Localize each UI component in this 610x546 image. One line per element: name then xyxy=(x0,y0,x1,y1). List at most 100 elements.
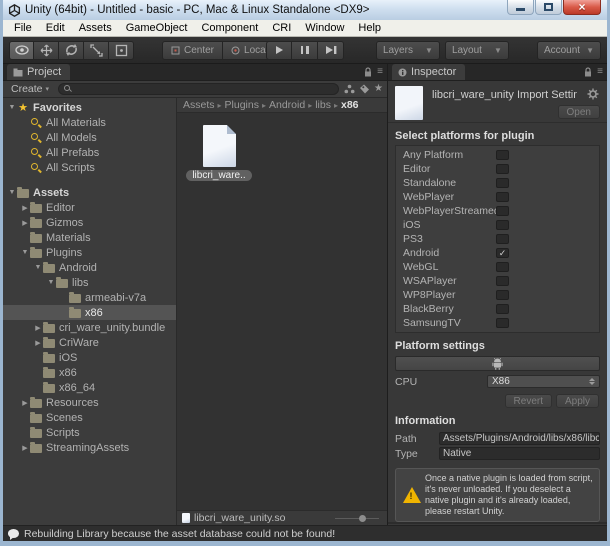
tree-item-streamingassets[interactable]: ▶StreamingAssets xyxy=(3,440,176,455)
tree-item-editor[interactable]: ▶Editor xyxy=(3,200,176,215)
tree-item-materials[interactable]: Materials xyxy=(3,230,176,245)
expander-icon[interactable]: ▼ xyxy=(7,189,17,196)
tree-item-libs[interactable]: ▼libs xyxy=(3,275,176,290)
platform-checkbox-android[interactable]: ✓ xyxy=(496,248,509,258)
tree-item-assets[interactable]: ▼Assets xyxy=(3,185,176,200)
platform-checkbox-samsungtv[interactable] xyxy=(496,318,509,328)
breadcrumb-item-plugins[interactable]: Plugins xyxy=(225,99,266,111)
tree-item-x86[interactable]: x86 xyxy=(3,305,176,320)
breadcrumb-item-libs[interactable]: libs xyxy=(315,99,338,111)
title-bar[interactable]: Unity (64bit) - Untitled - basic - PC, M… xyxy=(3,0,607,20)
tree-item-all-prefabs[interactable]: All Prefabs xyxy=(3,145,176,160)
zoom-slider[interactable] xyxy=(335,514,379,523)
tree-item-favorites[interactable]: ▼★Favorites xyxy=(3,100,176,115)
lock-icon[interactable] xyxy=(364,67,372,77)
platform-checkbox-wp8player[interactable] xyxy=(496,290,509,300)
tree-item-all-models[interactable]: All Models xyxy=(3,130,176,145)
tree-item-gizmos[interactable]: ▶Gizmos xyxy=(3,215,176,230)
menu-item-assets[interactable]: Assets xyxy=(72,20,119,36)
expander-icon[interactable]: ▶ xyxy=(20,399,30,407)
zoom-slider-knob[interactable] xyxy=(359,515,366,522)
platform-checkbox-wsaplayer[interactable] xyxy=(496,276,509,286)
inspector-tab[interactable]: Inspector xyxy=(392,64,465,80)
platform-checkbox-ios[interactable] xyxy=(496,220,509,230)
rect-tool-button[interactable] xyxy=(109,41,134,60)
pane-menu-icon[interactable]: ≡ xyxy=(377,67,383,77)
layers-dropdown[interactable]: Layers▼ xyxy=(376,41,440,60)
tree-item-ios[interactable]: iOS xyxy=(3,350,176,365)
step-button[interactable] xyxy=(318,41,344,60)
gear-icon[interactable] xyxy=(587,88,599,100)
expander-icon[interactable]: ▼ xyxy=(7,104,17,111)
apply-button[interactable]: Apply xyxy=(556,394,599,408)
platform-checkbox-standalone[interactable] xyxy=(496,178,509,188)
file-item[interactable]: libcri_ware.. xyxy=(191,125,247,181)
menu-item-file[interactable]: File xyxy=(7,20,39,36)
platform-checkbox-webgl[interactable] xyxy=(496,262,509,272)
search-by-type-icon[interactable] xyxy=(344,84,355,94)
project-tab[interactable]: Project xyxy=(7,64,70,80)
search-box[interactable] xyxy=(58,83,339,95)
menu-item-component[interactable]: Component xyxy=(194,20,265,36)
tree-item-plugins[interactable]: ▼Plugins xyxy=(3,245,176,260)
path-field[interactable]: Assets/Plugins/Android/libs/x86/libcri_ xyxy=(439,432,600,445)
tree-item-x86[interactable]: x86 xyxy=(3,365,176,380)
minimize-button[interactable] xyxy=(507,0,534,15)
expander-icon[interactable]: ▼ xyxy=(46,279,56,286)
breadcrumb-item-android[interactable]: Android xyxy=(269,99,312,111)
status-bar[interactable]: Rebuilding Library because the asset dat… xyxy=(3,525,607,541)
expander-icon[interactable]: ▶ xyxy=(20,444,30,452)
expander-icon[interactable]: ▶ xyxy=(33,339,43,347)
move-tool-button[interactable] xyxy=(34,41,59,60)
tree-item-resources[interactable]: ▶Resources xyxy=(3,395,176,410)
expander-icon[interactable]: ▶ xyxy=(20,204,30,212)
platform-checkbox-webplayerstreamed[interactable] xyxy=(496,206,509,216)
expander-icon[interactable]: ▶ xyxy=(20,219,30,227)
create-button[interactable]: Create xyxy=(7,83,53,95)
menu-item-cri[interactable]: CRI xyxy=(265,20,298,36)
platform-checkbox-any-platform[interactable] xyxy=(496,150,509,160)
android-settings-tab[interactable] xyxy=(395,356,600,371)
type-field[interactable]: Native xyxy=(439,447,600,460)
tree-item-android[interactable]: ▼Android xyxy=(3,260,176,275)
tree-item-all-scripts[interactable]: All Scripts xyxy=(3,160,176,175)
breadcrumb-item-assets[interactable]: Assets xyxy=(183,99,222,111)
saved-search-star-icon[interactable]: ★ xyxy=(374,84,383,94)
menu-item-window[interactable]: Window xyxy=(298,20,351,36)
account-dropdown[interactable]: Account▼ xyxy=(537,41,601,60)
expander-icon[interactable]: ▶ xyxy=(33,324,43,332)
play-button[interactable] xyxy=(266,41,292,60)
tree-item-criware[interactable]: ▶CriWare xyxy=(3,335,176,350)
breadcrumb-item-x86[interactable]: x86 xyxy=(341,99,362,111)
search-by-label-icon[interactable] xyxy=(359,84,370,94)
platform-checkbox-editor[interactable] xyxy=(496,164,509,174)
tree-item-cri-ware-unity-bundle[interactable]: ▶cri_ware_unity.bundle xyxy=(3,320,176,335)
menu-item-gameobject[interactable]: GameObject xyxy=(119,20,195,36)
search-input[interactable] xyxy=(75,84,333,95)
pane-menu-icon[interactable]: ≡ xyxy=(597,67,603,77)
expander-icon[interactable]: ▼ xyxy=(33,264,43,271)
pivot-center-button[interactable]: Center xyxy=(162,41,223,60)
hand-tool-button[interactable] xyxy=(9,41,34,60)
menu-item-edit[interactable]: Edit xyxy=(39,20,72,36)
tree-item-armeabi-v7a[interactable]: armeabi-v7a xyxy=(3,290,176,305)
revert-button[interactable]: Revert xyxy=(505,394,552,408)
menu-item-help[interactable]: Help xyxy=(351,20,388,36)
lock-icon[interactable] xyxy=(584,67,592,77)
rotate-tool-button[interactable] xyxy=(59,41,84,60)
platform-checkbox-ps3[interactable] xyxy=(496,234,509,244)
platform-checkbox-blackberry[interactable] xyxy=(496,304,509,314)
tree-item-scenes[interactable]: Scenes xyxy=(3,410,176,425)
expander-icon[interactable]: ▼ xyxy=(20,249,30,256)
cpu-dropdown[interactable]: X86 xyxy=(487,375,600,388)
maximize-button[interactable] xyxy=(535,0,562,15)
open-button[interactable]: Open xyxy=(558,105,600,119)
close-button[interactable]: × xyxy=(563,0,601,15)
scale-tool-button[interactable] xyxy=(84,41,109,60)
pause-button[interactable] xyxy=(292,41,318,60)
tree-item-x86-64[interactable]: x86_64 xyxy=(3,380,176,395)
tree-item-scripts[interactable]: Scripts xyxy=(3,425,176,440)
layout-dropdown[interactable]: Layout▼ xyxy=(445,41,509,60)
platform-checkbox-webplayer[interactable] xyxy=(496,192,509,202)
tree-item-all-materials[interactable]: All Materials xyxy=(3,115,176,130)
